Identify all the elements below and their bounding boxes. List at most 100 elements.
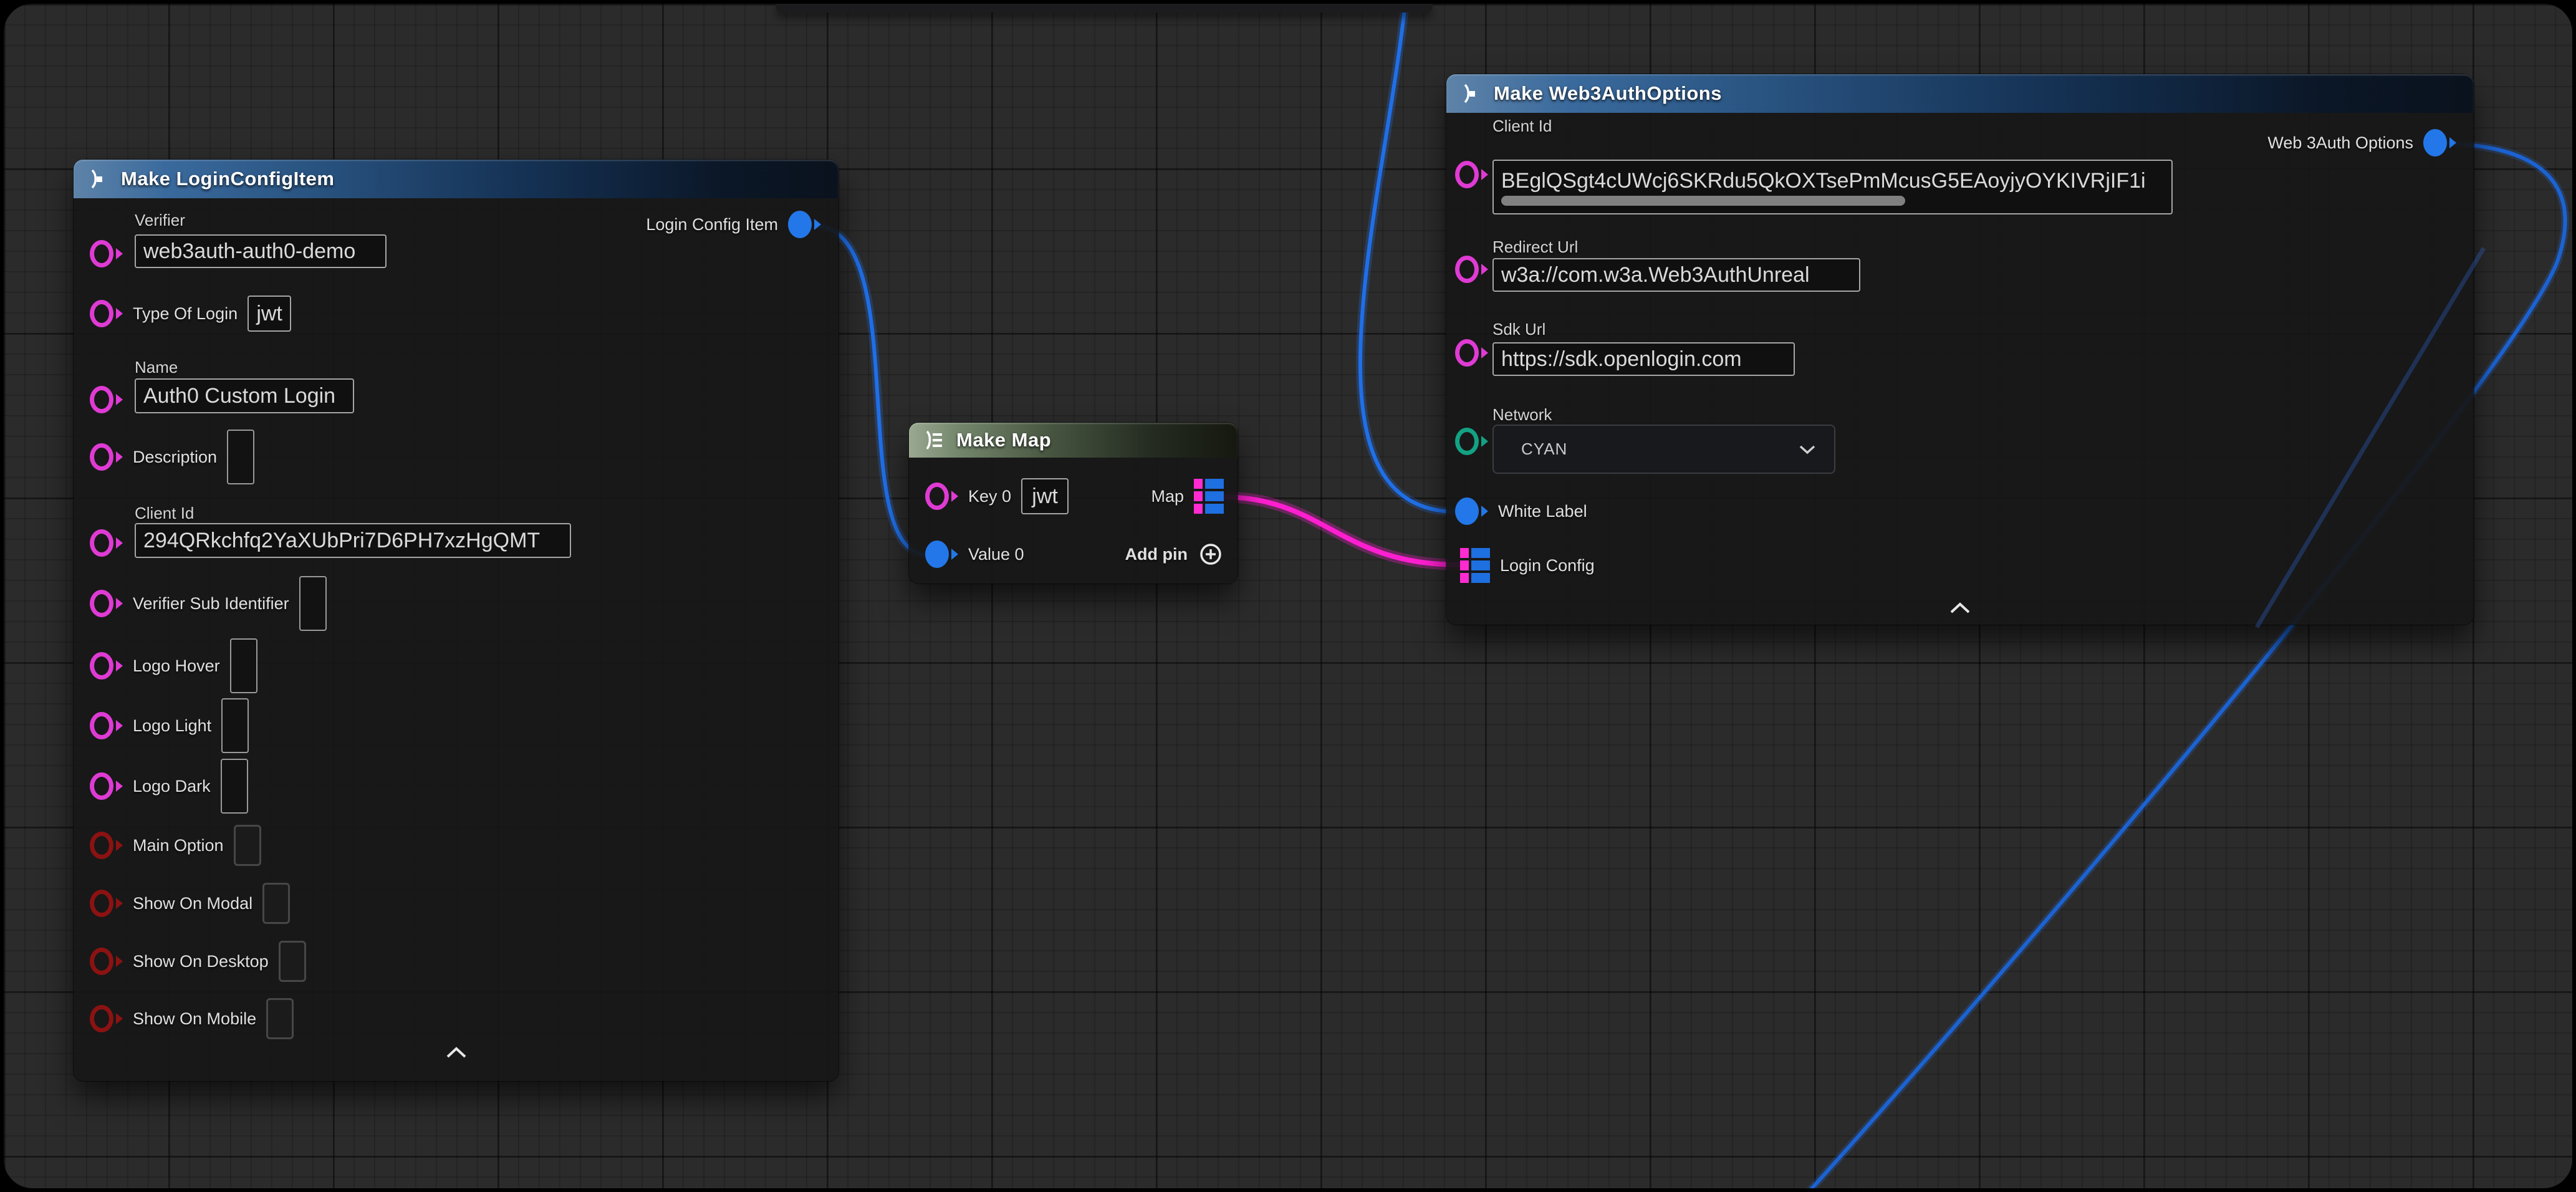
- node-header-make-web3authoptions[interactable]: Make Web3AuthOptions: [1446, 74, 2474, 113]
- field-label-client-id: Client Id: [135, 504, 194, 523]
- node-title: Make Web3AuthOptions: [1494, 82, 1722, 105]
- redirect-url-input[interactable]: w3a://com.w3a.Web3AuthUnreal: [1492, 258, 1860, 292]
- pin-row-main-option: Main Option: [90, 822, 261, 869]
- node-make-map: Make Map Key 0 jwt Map Value 0 Add pin: [909, 423, 1238, 584]
- pin-row-map-out: Map: [1151, 478, 1224, 515]
- pin-label: Description: [133, 448, 217, 467]
- node-header-make-loginconfigitem[interactable]: Make LoginConfigItem: [74, 160, 839, 198]
- pin-label: Logo Hover: [133, 656, 220, 676]
- pin-label: Show On Desktop: [133, 952, 269, 971]
- collapse-chevron-icon[interactable]: [1949, 602, 1971, 617]
- pin-label: Verifier Sub Identifier: [133, 594, 289, 613]
- add-pin-button[interactable]: Add pin: [1125, 540, 1224, 569]
- map-output-pin[interactable]: [1194, 479, 1224, 514]
- sdk-url-input[interactable]: https://sdk.openlogin.com: [1492, 342, 1795, 376]
- verifier-value: web3auth-auth0-demo: [143, 239, 355, 264]
- pin-label: Login Config Item: [646, 215, 778, 234]
- login-config-item-output-pin[interactable]: [788, 211, 821, 238]
- type-of-login-input[interactable]: jwt: [248, 296, 291, 332]
- chevron-down-icon: [1798, 444, 1817, 455]
- type-of-login-pin[interactable]: [90, 300, 123, 327]
- pin-label: White Label: [1498, 502, 1587, 521]
- blueprint-graph-canvas[interactable]: Make LoginConfigItem Login Config Item V…: [4, 4, 2572, 1188]
- node-title: Make LoginConfigItem: [121, 168, 334, 190]
- verifier-sub-identifier-input[interactable]: [299, 576, 327, 631]
- name-input[interactable]: Auth0 Custom Login: [135, 378, 354, 413]
- pin-label: Web 3Auth Options: [2267, 133, 2413, 153]
- show-on-desktop-checkbox[interactable]: [279, 941, 306, 982]
- pin-label: Logo Light: [133, 716, 211, 736]
- client-id-value: BEglQSgt4cUWcj6SKRdu5QkOXTsePmMcusG5EAoy…: [1501, 169, 2146, 193]
- main-option-checkbox[interactable]: [234, 825, 261, 866]
- description-pin[interactable]: [90, 443, 123, 471]
- name-value: Auth0 Custom Login: [143, 384, 335, 408]
- client-id-input[interactable]: 294QRkchfq2YaXUbPri7D6PH7xzHgQMT: [135, 523, 571, 558]
- logo-light-input[interactable]: [221, 698, 249, 753]
- field-label-name: Name: [135, 358, 178, 377]
- offscreen-node-edge[interactable]: [776, 4, 1433, 12]
- verifier-pin[interactable]: [90, 240, 123, 267]
- value0-pin[interactable]: [925, 541, 958, 568]
- collapse-chevron-icon[interactable]: [445, 1046, 468, 1062]
- node-header-make-map[interactable]: Make Map: [909, 423, 1238, 458]
- redirect-url-pin[interactable]: [1455, 256, 1488, 283]
- logo-hover-pin[interactable]: [90, 652, 123, 680]
- pin-row-login-config-item-out: Login Config Item: [646, 212, 821, 237]
- make-map-icon: [921, 428, 946, 452]
- pin-row-verifier-sub-identifier: Verifier Sub Identifier: [90, 575, 327, 632]
- client-id-scrollbar[interactable]: [1501, 196, 1905, 206]
- show-on-mobile-checkbox[interactable]: [266, 998, 294, 1039]
- pin-row-show-on-modal: Show On Modal: [90, 880, 290, 927]
- white-label-pin[interactable]: [1455, 497, 1488, 525]
- key0-input[interactable]: jwt: [1021, 478, 1069, 514]
- pin-row-white-label: White Label: [1455, 497, 1587, 525]
- pin-label: Key 0: [968, 487, 1011, 506]
- network-dropdown[interactable]: CYAN: [1492, 425, 1835, 474]
- field-label-client-id: Client Id: [1492, 117, 1552, 136]
- logo-hover-input[interactable]: [230, 638, 257, 693]
- pin-row-description: Description: [90, 428, 254, 486]
- web3auth-options-output-pin[interactable]: [2423, 129, 2456, 156]
- client-id-pin[interactable]: [90, 529, 123, 557]
- description-input[interactable]: [227, 430, 254, 484]
- field-label-network: Network: [1492, 405, 1552, 425]
- logo-light-pin[interactable]: [90, 712, 123, 739]
- client-id-pin[interactable]: [1455, 161, 1488, 188]
- show-on-modal-checkbox[interactable]: [262, 883, 290, 924]
- network-pin[interactable]: [1455, 428, 1488, 455]
- pin-row-show-on-mobile: Show On Mobile: [90, 995, 294, 1042]
- main-option-pin[interactable]: [90, 832, 123, 859]
- client-id-input[interactable]: BEglQSgt4cUWcj6SKRdu5QkOXTsePmMcusG5EAoy…: [1492, 160, 2173, 214]
- network-selected-value: CYAN: [1521, 440, 1567, 459]
- type-of-login-value: jwt: [256, 302, 282, 326]
- sdk-url-pin[interactable]: [1455, 339, 1488, 367]
- show-on-mobile-pin[interactable]: [90, 1005, 123, 1032]
- make-struct-icon: [1459, 81, 1484, 106]
- pin-label: Logo Dark: [133, 777, 211, 796]
- verifier-input[interactable]: web3auth-auth0-demo: [135, 234, 387, 268]
- name-pin[interactable]: [90, 386, 123, 413]
- key0-pin[interactable]: [925, 483, 958, 510]
- pin-row-logo-dark: Logo Dark: [90, 757, 248, 815]
- field-label-verifier: Verifier: [135, 211, 185, 230]
- logo-dark-pin[interactable]: [90, 772, 123, 800]
- client-id-value: 294QRkchfq2YaXUbPri7D6PH7xzHgQMT: [143, 529, 540, 553]
- pin-row-logo-light: Logo Light: [90, 697, 249, 754]
- verifier-sub-identifier-pin[interactable]: [90, 590, 123, 617]
- pin-row-key0: Key 0 jwt: [925, 478, 1069, 515]
- pin-label: Login Config: [1500, 556, 1595, 575]
- logo-dark-input[interactable]: [221, 759, 248, 814]
- sdk-url-value: https://sdk.openlogin.com: [1501, 347, 1742, 372]
- show-on-desktop-pin[interactable]: [90, 948, 123, 975]
- wire-top-to-whitelabel[interactable]: [1360, 4, 1459, 512]
- pin-row-show-on-desktop: Show On Desktop: [90, 938, 306, 985]
- show-on-modal-pin[interactable]: [90, 890, 123, 917]
- login-config-map-pin[interactable]: [1460, 548, 1490, 583]
- add-pin-plus-icon: [1198, 541, 1224, 567]
- pin-label: Map: [1151, 487, 1184, 506]
- wire-top-to-whitelabel-glow: [1360, 4, 1459, 512]
- pin-row-logo-hover: Logo Hover: [90, 637, 257, 695]
- make-struct-icon: [86, 166, 111, 191]
- node-title: Make Map: [956, 429, 1051, 451]
- pin-row-web3auth-options-out: Web 3Auth Options: [2267, 130, 2456, 155]
